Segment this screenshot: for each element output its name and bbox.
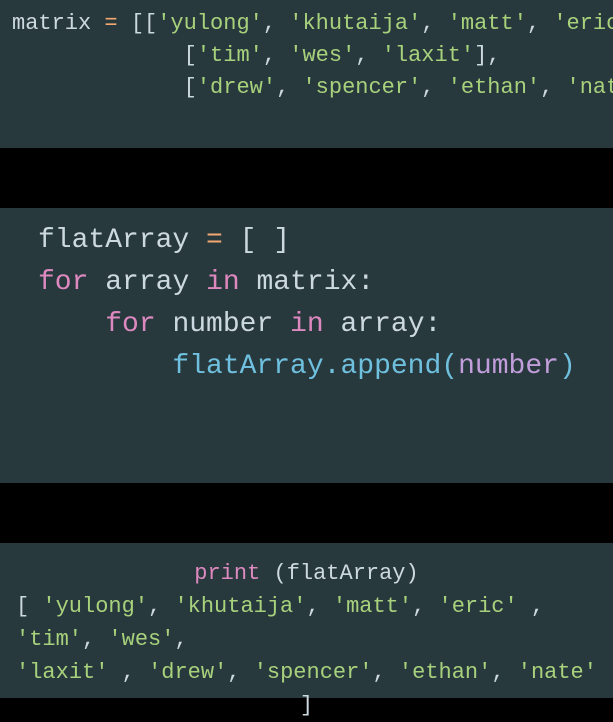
string-literal: 'wes': [289, 43, 355, 68]
comma: ,: [306, 594, 332, 619]
code-line-1: matrix = [['yulong', 'khutaija', 'matt',…: [12, 8, 601, 40]
colon: :: [425, 309, 442, 340]
string-literal: 'drew': [148, 660, 227, 685]
indent: [12, 43, 184, 68]
var-number: number: [458, 351, 559, 382]
func-print: print: [194, 561, 260, 586]
colon: :: [357, 267, 374, 298]
string-literal: 'matt': [448, 11, 527, 36]
comma: ,: [82, 627, 108, 652]
var-matrix: matrix: [256, 267, 357, 298]
string-literal: 'laxit': [16, 660, 108, 685]
comma: ,: [491, 660, 517, 685]
assign-op: =: [206, 225, 240, 256]
code-line-2: ['tim', 'wes', 'laxit'],: [12, 40, 601, 72]
string-literal: 'eric': [439, 594, 518, 619]
bracket: [[: [131, 11, 157, 36]
assign-op: =: [104, 11, 130, 36]
output-line-1: [ 'yulong', 'khutaija', 'matt', 'eric' ,…: [10, 590, 603, 656]
code-block-loop: flatArray = [ ] for array in matrix: for…: [0, 208, 613, 483]
indent: [38, 351, 172, 382]
dot: .: [324, 351, 341, 382]
empty-list: [ ]: [240, 225, 290, 256]
paren-close: ): [406, 561, 419, 586]
comma: ,: [355, 43, 381, 68]
string-literal: 'nate': [567, 75, 613, 100]
code-line-outer-for: for array in matrix:: [38, 262, 597, 304]
string-literal: 'ethan': [448, 75, 540, 100]
var-flatarray: flatArray: [38, 225, 206, 256]
string-literal: 'drew': [197, 75, 276, 100]
bracket: [: [16, 594, 42, 619]
code-line-flatarray-init: flatArray = [ ]: [38, 220, 597, 262]
comma: ,: [108, 660, 148, 685]
string-literal: 'ethan': [399, 660, 491, 685]
method-append: append: [340, 351, 441, 382]
string-literal: 'spencer': [302, 75, 421, 100]
indent: [38, 309, 105, 340]
bracket: ],: [474, 43, 500, 68]
string-literal: 'spencer': [254, 660, 373, 685]
string-literal: 'khutaija': [289, 11, 421, 36]
var-flatarray: flatArray: [172, 351, 323, 382]
code-block-output: print (flatArray) [ 'yulong', 'khutaija'…: [0, 543, 613, 698]
comma: ,: [412, 594, 438, 619]
comma: ,: [421, 11, 447, 36]
string-literal: 'tim': [16, 627, 82, 652]
comma: ,: [373, 660, 399, 685]
var-array: array: [105, 267, 189, 298]
string-literal: 'yulong': [157, 11, 263, 36]
bracket: [: [184, 43, 197, 68]
code-block-matrix-definition: matrix = [['yulong', 'khutaija', 'matt',…: [0, 0, 613, 148]
keyword-for: for: [105, 309, 155, 340]
string-literal: 'tim': [197, 43, 263, 68]
keyword-in: in: [290, 309, 324, 340]
bracket: [: [184, 75, 197, 100]
comma: ,: [527, 11, 553, 36]
code-line-append: flatArray.append(number): [38, 346, 597, 388]
comma: ,: [540, 75, 566, 100]
comma: ,: [276, 75, 302, 100]
code-line-print: print (flatArray): [10, 557, 603, 590]
paren-open: (: [273, 561, 286, 586]
paren-open: (: [441, 351, 458, 382]
string-literal: 'nate': [518, 660, 597, 685]
paren-close: ): [559, 351, 576, 382]
code-line-inner-for: for number in array:: [38, 304, 597, 346]
keyword-in: in: [206, 267, 240, 298]
comma: ,: [263, 11, 289, 36]
output-line-2: 'laxit' , 'drew', 'spencer', 'ethan', 'n…: [10, 656, 603, 722]
string-literal: 'yulong': [42, 594, 148, 619]
comma: ,: [263, 43, 289, 68]
var-matrix: matrix: [12, 11, 104, 36]
comma: ,: [227, 660, 253, 685]
comma: ,: [148, 594, 174, 619]
string-literal: 'khutaija': [174, 594, 306, 619]
string-literal: 'wes': [108, 627, 174, 652]
code-line-3: ['drew', 'spencer', 'ethan', 'nate']]: [12, 72, 601, 104]
var-number: number: [172, 309, 273, 340]
comma: ,: [421, 75, 447, 100]
indent: [12, 75, 184, 100]
string-literal: 'laxit': [382, 43, 474, 68]
comma: ,: [518, 594, 544, 619]
string-literal: 'matt': [333, 594, 412, 619]
string-literal: 'eric': [553, 11, 613, 36]
keyword-for: for: [38, 267, 88, 298]
comma: ,: [174, 627, 187, 652]
var-array: array: [341, 309, 425, 340]
var-flatarray: flatArray: [287, 561, 406, 586]
